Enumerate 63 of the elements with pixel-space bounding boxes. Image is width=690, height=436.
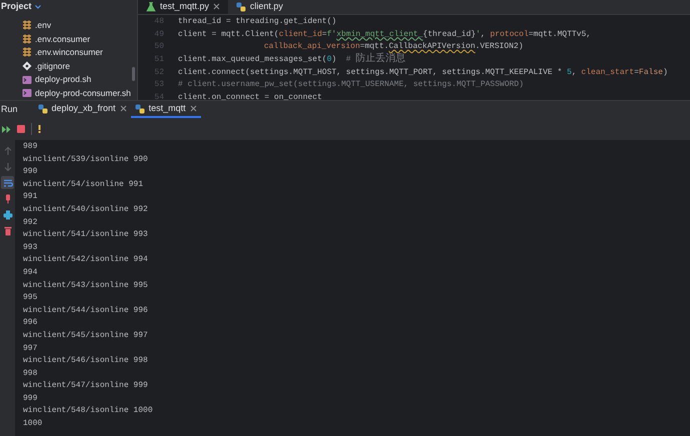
file-name[interactable]: deploy-prod.sh: [35, 73, 92, 86]
console-line: 992: [23, 216, 38, 229]
soft-wrap-button[interactable]: [1, 176, 14, 189]
panel-title: Run: [0, 102, 19, 116]
exclamation-icon[interactable]: [38, 125, 41, 133]
chevron-down-icon[interactable]: [34, 4, 41, 9]
rerun-icon[interactable]: [2, 126, 11, 132]
code-line: client.on_connect = on_connect: [178, 92, 322, 104]
code-line: client = mqtt.Client(client_id=f'xbmin_mqtt_client_{thread_id}', protocol=mqtt.MQTTv5,: [178, 28, 591, 41]
console-line: 1000: [23, 418, 44, 430]
console-line: winclient/545/isonline 997: [23, 330, 149, 342]
file-name[interactable]: deploy-prod-consumer.sh: [35, 86, 131, 100]
close-icon[interactable]: [120, 105, 127, 112]
console-line: 997: [23, 342, 38, 354]
console-line: winclient/541/isonline 993: [23, 229, 149, 242]
close-icon[interactable]: [190, 105, 197, 112]
printer-icon: [2, 210, 12, 220]
python-icon: [38, 104, 48, 114]
scrollbar[interactable]: [132, 67, 135, 81]
python-icon: [134, 104, 145, 114]
terminal-file-icon: [22, 74, 32, 85]
code-line: callback_api_version=mqtt.CallbackAPIVersion.VERSION2): [264, 41, 524, 52]
file-name[interactable]: .gitignore: [35, 60, 70, 72]
console-line: winclient/543/isonline 995: [23, 280, 149, 292]
soft-wrap-icon: [2, 178, 12, 188]
arrow-down-icon: [2, 162, 12, 172]
run-tab[interactable]: deploy_xb_front: [34, 101, 131, 118]
python-icon: [236, 2, 246, 12]
settings-file-icon: [22, 34, 32, 44]
settings-file-icon: [22, 47, 32, 58]
console-line: winclient/548/isonline 1000: [23, 405, 153, 418]
console-line: 991: [23, 191, 38, 204]
printer-button[interactable]: [1, 208, 14, 221]
file-name[interactable]: .env.winconsumer: [35, 46, 103, 59]
console-line: winclient/542/isonline 994: [23, 254, 149, 266]
console-line: 989: [23, 141, 38, 153]
code-line: # client.username_pw_set(settings.MQTT_USERNAME, settings.MQTT_PASSWORD): [178, 79, 524, 92]
code-line: client.connect(settings.MQTT_HOST, settings.MQTT_PORT, settings.MQTT_KEEPALIVE * 5, clean_start=False): [178, 66, 668, 79]
close-icon[interactable]: [213, 3, 220, 10]
code-line: client.max_queued_messages_set(0) # 防止丢消息: [178, 53, 406, 66]
console-line: 999: [23, 392, 38, 405]
diamond-file-icon: [22, 61, 32, 72]
console-line: 993: [23, 242, 38, 254]
file-name[interactable]: .env.consumer: [35, 32, 90, 46]
arrow-up-icon: [2, 146, 12, 156]
console-line: 996: [23, 317, 38, 330]
panel-title: Project: [1, 0, 32, 13]
settings-file-icon: [22, 20, 32, 30]
console-line: 990: [23, 166, 38, 178]
console-line: winclient/544/isonline 996: [23, 304, 149, 317]
trash-icon: [2, 226, 12, 236]
console-line: winclient/54/isonline 991: [23, 178, 144, 191]
console-line: 994: [23, 266, 38, 279]
console-line: winclient/547/isonline 999: [23, 380, 149, 392]
console-line: 998: [23, 368, 38, 380]
flask-icon: [146, 2, 156, 12]
console-line: 995: [23, 292, 38, 304]
file-name[interactable]: .env: [35, 18, 52, 32]
code-line: thread_id = threading.get_ident(): [178, 16, 336, 28]
editor-tab[interactable]: test_mqtt.py: [138, 0, 228, 14]
console-line: winclient/540/isonline 992: [23, 204, 149, 216]
console-line: winclient/539/isonline 990: [23, 154, 149, 166]
console-line: winclient/546/isonline 998: [23, 355, 149, 368]
